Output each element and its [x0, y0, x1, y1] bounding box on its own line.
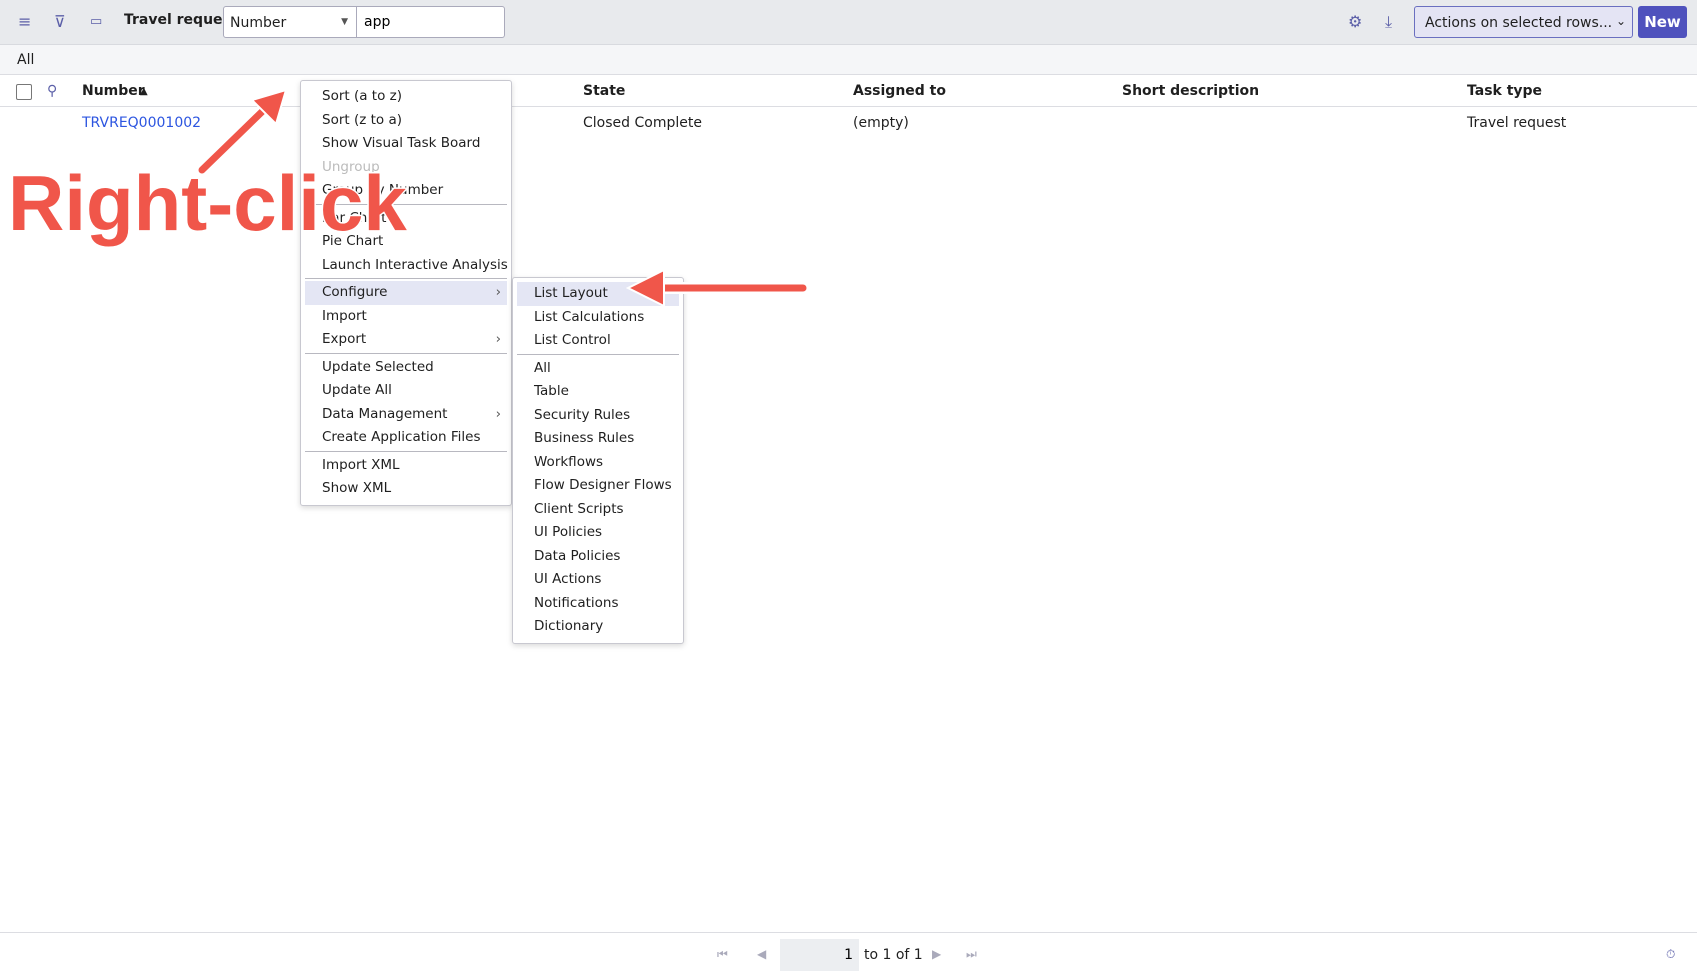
submenu-item-list-control[interactable]: List Control — [517, 329, 679, 353]
last-page-icon[interactable]: ⏭ — [966, 947, 977, 962]
menu-icon[interactable]: ≡ — [18, 12, 31, 32]
page-range: to 1 of 1 — [864, 947, 923, 963]
search-input[interactable] — [357, 6, 505, 38]
search-field-select[interactable]: Number ▼ — [223, 6, 357, 38]
caret-down-icon: ▼ — [341, 17, 348, 27]
menu-item-bar-chart[interactable]: Bar Chart — [305, 207, 507, 231]
column-number[interactable]: Number — [82, 83, 145, 99]
column-assigned-to[interactable]: Assigned to — [853, 83, 946, 99]
submenu-item-ui-policies[interactable]: UI Policies — [517, 521, 679, 545]
divider — [305, 203, 507, 205]
submenu-item-ui-actions[interactable]: UI Actions — [517, 568, 679, 592]
submenu-item-data-policies[interactable]: Data Policies — [517, 545, 679, 569]
submenu-item-flow-designer-flows[interactable]: Flow Designer Flows — [517, 474, 679, 498]
divider — [305, 450, 507, 452]
chevron-right-icon: › — [495, 331, 501, 347]
menu-item-sort-z-a[interactable]: Sort (z to a) — [305, 109, 507, 133]
menu-item-visual-task-board[interactable]: Show Visual Task Board — [305, 132, 507, 156]
breadcrumb-all[interactable]: All — [17, 52, 34, 68]
cell-task-type: Travel request — [1467, 115, 1567, 131]
divider — [517, 353, 679, 355]
menu-item-configure[interactable]: Configure › — [305, 281, 507, 305]
submenu-item-client-scripts[interactable]: Client Scripts — [517, 498, 679, 522]
menu-item-data-management[interactable]: Data Management › — [305, 403, 507, 427]
menu-item-create-app-files[interactable]: Create Application Files — [305, 426, 507, 450]
column-task-type[interactable]: Task type — [1467, 83, 1542, 99]
gear-icon[interactable]: ⚙ — [1348, 12, 1362, 32]
annotation-overlay: Right-click — [7, 88, 809, 308]
cell-assigned-to: (empty) — [853, 115, 909, 131]
menu-item-export[interactable]: Export › — [305, 328, 507, 352]
search-icon[interactable]: ⚲ — [47, 83, 57, 99]
menu-item-import[interactable]: Import — [305, 305, 507, 329]
prev-page-icon[interactable]: ◀ — [757, 947, 766, 961]
submenu-item-business-rules[interactable]: Business Rules — [517, 427, 679, 451]
menu-item-show-xml[interactable]: Show XML — [305, 477, 507, 501]
chevron-right-icon: › — [495, 405, 501, 422]
context-menu: Sort (a to z) Sort (z to a) Show Visual … — [300, 80, 512, 506]
select-all-checkbox[interactable] — [16, 84, 32, 100]
divider — [305, 352, 507, 354]
submenu-item-security-rules[interactable]: Security Rules — [517, 404, 679, 428]
menu-item-import-xml[interactable]: Import XML — [305, 454, 507, 478]
new-button[interactable]: New — [1638, 6, 1687, 38]
pagination-footer: ⏮ ◀ to 1 of 1 ▶ ⏭ ⏱ — [0, 932, 1697, 976]
page-input[interactable] — [780, 939, 859, 971]
next-page-icon[interactable]: ▶ — [932, 947, 941, 961]
configure-submenu: List Layout List Calculations List Contr… — [512, 277, 684, 644]
submenu-item-list-calculations[interactable]: List Calculations — [517, 306, 679, 330]
timer-icon[interactable]: ⏱ — [1666, 947, 1675, 962]
download-icon[interactable]: ⤓ — [1385, 12, 1392, 32]
menu-item-interactive-analysis[interactable]: Launch Interactive Analysis — [305, 254, 508, 278]
actions-select[interactable]: Actions on selected rows... ⌄ — [1414, 6, 1633, 38]
menu-item-ungroup: Ungroup — [322, 158, 380, 175]
menu-item-group-by[interactable]: Group By Number — [305, 179, 507, 203]
submenu-item-workflows[interactable]: Workflows — [517, 451, 679, 475]
chevron-down-icon: ⌄ — [1615, 14, 1626, 28]
submenu-item-dictionary[interactable]: Dictionary — [517, 615, 679, 639]
list-header: ≡ ⊽ ▭ Travel requests Number▼ ⚙ ⤓ Action… — [0, 0, 1697, 45]
submenu-item-notifications[interactable]: Notifications — [517, 592, 679, 616]
record-link[interactable]: TRVREQ0001002 — [82, 115, 201, 131]
filter-icon[interactable]: ⊽ — [54, 12, 66, 32]
menu-item-update-selected[interactable]: Update Selected — [305, 356, 507, 380]
column-short-description[interactable]: Short description — [1122, 83, 1259, 99]
comment-icon[interactable]: ▭ — [90, 12, 102, 32]
menu-item-sort-a-z[interactable]: Sort (a to z) — [305, 85, 507, 109]
submenu-item-list-layout[interactable]: List Layout — [517, 282, 679, 306]
divider — [305, 278, 507, 279]
column-headers: ⚲ Number ▲ State Assigned to Short descr… — [0, 75, 1697, 107]
menu-item-update-all[interactable]: Update All — [305, 379, 507, 403]
breadcrumb: All — [0, 45, 1697, 75]
cell-state: Closed Complete — [583, 115, 702, 131]
chevron-right-icon: › — [495, 284, 501, 300]
table-row: TRVREQ0001002 Closed Complete (empty) Tr… — [0, 107, 1697, 137]
column-state[interactable]: State — [583, 83, 625, 99]
sort-ascending-icon: ▲ — [140, 86, 148, 97]
menu-item-pie-chart[interactable]: Pie Chart — [305, 230, 507, 254]
submenu-item-table[interactable]: Table — [517, 380, 679, 404]
first-page-icon[interactable]: ⏮ — [717, 947, 728, 962]
submenu-item-all[interactable]: All — [517, 357, 679, 381]
